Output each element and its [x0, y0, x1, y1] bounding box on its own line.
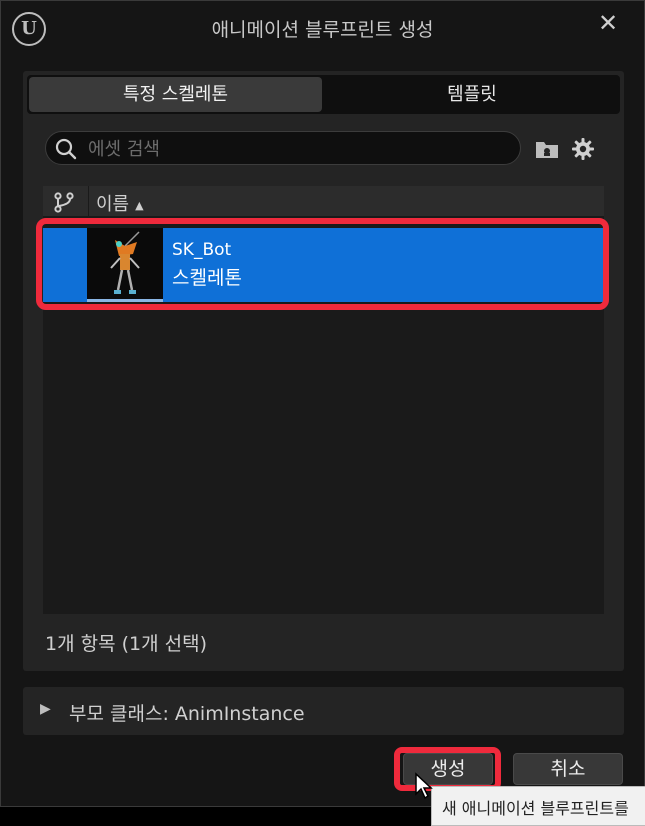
- branch-icon[interactable]: [53, 191, 75, 213]
- column-name-label: 이름: [96, 194, 130, 215]
- search-input[interactable]: [86, 135, 510, 163]
- search-icon: [55, 138, 77, 160]
- folder-icon[interactable]: [533, 135, 561, 163]
- item-count: 1개 항목 (1개 선택): [45, 633, 208, 655]
- search-box[interactable]: [45, 131, 521, 165]
- main-panel: 특정 스켈레톤 템플릿 에셋 검색 이름 ▲ SK_Bot 스켈레톤 1개 항목…: [23, 71, 624, 671]
- title-bar[interactable]: U 애니메이션 블루프린트 생성 ✕: [1, 1, 644, 55]
- mouse-cursor-icon: [415, 772, 433, 800]
- cancel-button[interactable]: 취소: [513, 753, 623, 785]
- close-icon[interactable]: ✕: [594, 9, 622, 37]
- list-header: 이름 ▲: [43, 186, 604, 216]
- column-divider: [88, 186, 89, 216]
- tab-bar: 특정 스켈레톤 템플릿: [27, 75, 620, 114]
- expand-arrow-icon[interactable]: ▶: [40, 701, 51, 717]
- parent-class-section[interactable]: ▶ 부모 클래스: AnimInstance: [23, 687, 624, 735]
- tab-template[interactable]: 템플릿: [326, 77, 618, 112]
- tab-specific-skeleton[interactable]: 특정 스켈레톤: [29, 77, 322, 112]
- tooltip: 새 애니메이션 블루프린트를: [431, 786, 645, 826]
- sort-ascending-icon: ▲: [135, 198, 144, 212]
- selection-highlight-box: [36, 218, 609, 310]
- dialog-window: U 애니메이션 블루프린트 생성 ✕ 특정 스켈레톤 템플릿 에셋 검색 이름 …: [0, 0, 645, 826]
- parent-class-label: 부모 클래스: AnimInstance: [69, 703, 305, 725]
- dialog-title: 애니메이션 블루프린트 생성: [211, 19, 434, 41]
- gear-icon[interactable]: [569, 135, 597, 163]
- column-header-name[interactable]: 이름 ▲: [96, 190, 144, 216]
- create-button-highlight-box: [394, 747, 501, 791]
